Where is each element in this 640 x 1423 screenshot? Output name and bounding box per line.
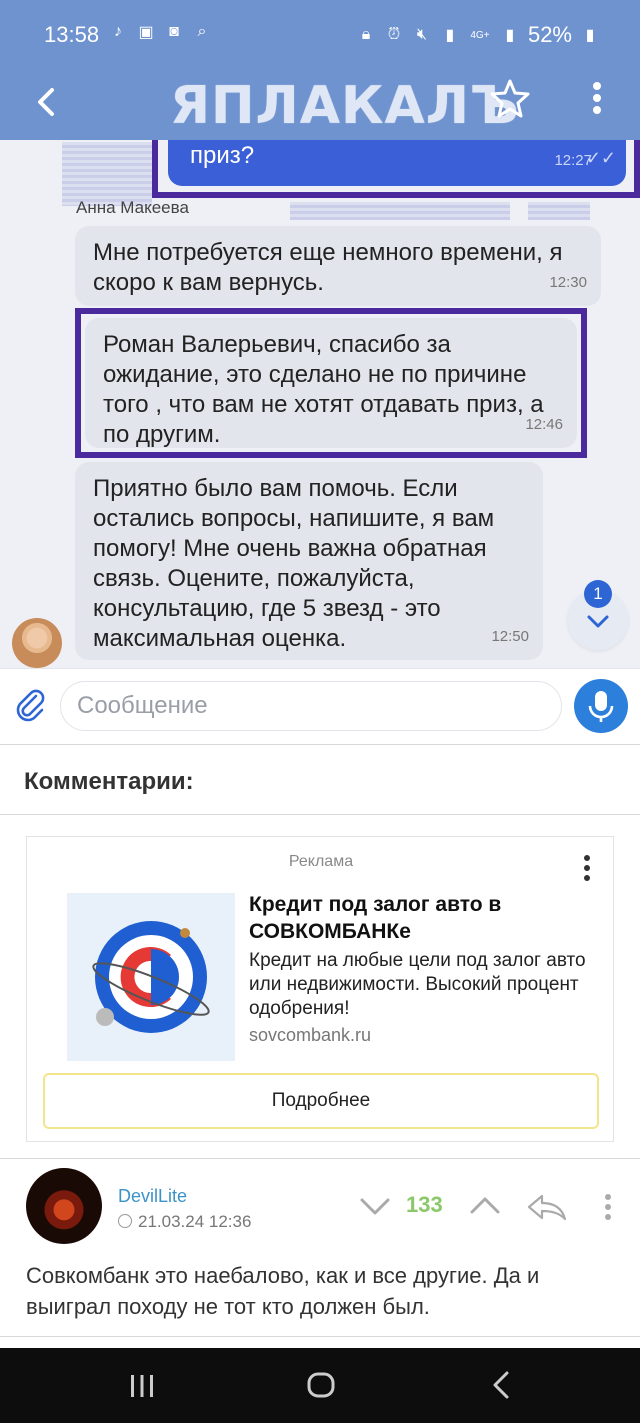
message-composer: Сообщение	[0, 668, 640, 744]
attach-icon[interactable]	[12, 687, 48, 723]
alarm-icon: ⏰︎	[387, 26, 401, 43]
microphone-icon	[588, 691, 614, 722]
more-vert-icon[interactable]	[577, 851, 597, 885]
divider	[0, 1158, 640, 1159]
screen: 13:58 ♪ ▣ ◙ ⌕ 🔒︎ ⏰︎ 🔇︎ ▮ 4G+ ▮ 52% ▮ ЯПЛ…	[0, 0, 640, 1423]
app-notification-icon: ▣	[138, 24, 154, 41]
reply-icon[interactable]	[526, 1192, 568, 1222]
bank-logo	[92, 921, 210, 1033]
incoming-bubble: Приятно было вам помочь. Если остались в…	[75, 462, 543, 660]
signal-icon-2: ▮	[505, 27, 515, 44]
comments-title: Комментарии:	[24, 768, 194, 795]
more-vert-icon[interactable]	[582, 76, 612, 120]
agent-avatar	[12, 618, 62, 668]
chat-screenshot: приз? 12:27 ✓✓ Анна Макеева Мне потребуе…	[0, 140, 640, 744]
site-logo[interactable]: ЯПЛАКАЛЪ	[170, 76, 520, 136]
scroll-down-button[interactable]: 1	[568, 580, 628, 650]
notification-icons: ♪ ▣ ◙ ⌕	[108, 22, 212, 42]
home-icon[interactable]	[306, 1370, 336, 1400]
message-text: Мне потребуется еще немного времени, я с…	[93, 239, 563, 296]
mic-button[interactable]	[574, 679, 628, 733]
tiktok-icon: ♪	[114, 23, 122, 40]
message-text: приз?	[190, 142, 255, 169]
incoming-bubble: Мне потребуется еще немного времени, я с…	[75, 226, 601, 306]
clock-icon	[118, 1214, 132, 1228]
android-nav-bar	[0, 1348, 640, 1423]
divider	[0, 744, 640, 745]
incoming-bubble: Роман Валерьевич, спасибо за ожидание, э…	[85, 318, 577, 448]
signal-icon: ▮	[445, 27, 455, 44]
search-icon: ⌕	[197, 23, 207, 40]
ad-block[interactable]: Реклама Кредит под залог авто в СОВКОМБА…	[26, 836, 614, 1142]
redacted-area	[62, 142, 152, 206]
comment-author-link[interactable]: DevilLite	[118, 1186, 187, 1207]
system-icons: 🔒︎ ⏰︎ 🔇︎ ▮ 4G+ ▮ 52% ▮	[356, 22, 600, 48]
ad-label: Реклама	[288, 853, 354, 870]
status-bar: 13:58 ♪ ▣ ◙ ⌕ 🔒︎ ⏰︎ 🔇︎ ▮ 4G+ ▮ 52% ▮	[0, 0, 640, 70]
message-time: 12:30	[549, 274, 587, 291]
outgoing-bubble: приз? 12:27 ✓✓	[168, 140, 626, 186]
battery-level: 52%	[527, 22, 572, 47]
unread-count-badge: 1	[584, 580, 612, 608]
status-time: 13:58	[44, 22, 100, 47]
sovcombank-logo-image	[67, 893, 235, 1061]
vote-down-icon[interactable]	[358, 1194, 392, 1218]
comment-score: 133	[406, 1192, 443, 1217]
sender-name: Анна Макеева	[76, 198, 189, 217]
highlighted-message-box: Роман Валерьевич, спасибо за ожидание, э…	[75, 308, 587, 458]
vote-up-icon[interactable]	[468, 1194, 502, 1218]
message-time: 12:50	[491, 628, 529, 645]
message-input[interactable]: Сообщение	[60, 681, 562, 731]
gallery-icon: ◙	[169, 23, 179, 40]
divider	[0, 1336, 640, 1337]
message-time: 12:46	[525, 416, 563, 433]
redacted-area	[290, 202, 510, 220]
read-ticks-icon: ✓✓	[585, 148, 616, 168]
comment-date-text: 21.03.24 12:36	[138, 1212, 252, 1231]
ad-title[interactable]: Кредит под залог авто в СОВКОМБАНКе	[249, 891, 589, 945]
comment-date: 21.03.24 12:36	[118, 1212, 251, 1232]
commenter-avatar[interactable]	[26, 1168, 102, 1244]
comment-text: Совкомбанк это наебалово, как и все друг…	[26, 1263, 540, 1319]
chevron-down-icon	[587, 615, 609, 628]
message-text: Роман Валерьевич, спасибо за ожидание, э…	[103, 331, 544, 448]
nav-row: ЯПЛАКАЛЪ	[0, 70, 640, 140]
redacted-area	[528, 202, 590, 220]
mute-icon: 🔇︎	[416, 26, 427, 43]
star-icon[interactable]	[488, 76, 532, 120]
message-text: Приятно было вам помочь. Если остались в…	[93, 475, 495, 652]
recent-apps-icon[interactable]	[128, 1372, 156, 1400]
ad-domain[interactable]: sovcombank.ru	[249, 1025, 371, 1046]
divider	[0, 814, 640, 815]
more-vert-icon[interactable]	[598, 1190, 618, 1224]
ad-description: Кредит на любые цели под залог авто или …	[249, 950, 586, 1019]
battery-icon: ▮	[585, 27, 595, 44]
app-header: 13:58 ♪ ▣ ◙ ⌕ 🔒︎ ⏰︎ 🔇︎ ▮ 4G+ ▮ 52% ▮ ЯПЛ…	[0, 0, 640, 140]
network-type-label: 4G+	[470, 29, 490, 41]
quoted-message-highlight: приз? 12:27 ✓✓	[152, 140, 640, 198]
back-icon[interactable]	[490, 1370, 512, 1400]
back-arrow-icon[interactable]	[28, 82, 68, 122]
ad-details-button[interactable]: Подробнее	[43, 1073, 599, 1129]
lock-icon: 🔒︎	[361, 26, 371, 43]
